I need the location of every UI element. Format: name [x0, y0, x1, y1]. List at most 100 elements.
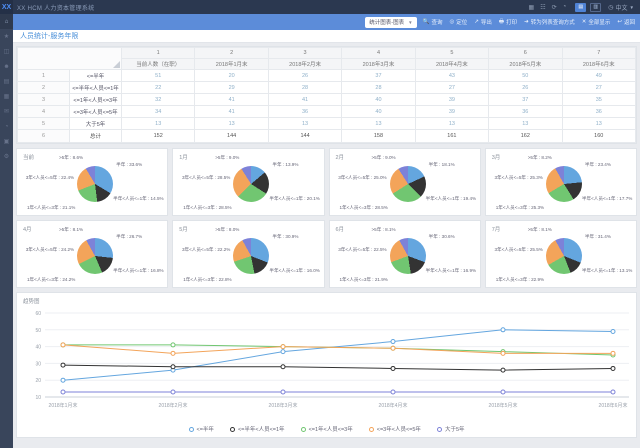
legend-item-half_year[interactable]: <=半年 — [189, 425, 214, 433]
language-switcher[interactable]: ◷ 中文 ▼ — [608, 3, 634, 12]
toolbar-search-button[interactable]: 🔍查询 — [423, 18, 443, 26]
view-mode-dropdown[interactable]: 统计图表-图表 ▼ — [365, 17, 416, 28]
pie-slice-label: 1年<人员<=3年 : 21.1% — [27, 205, 75, 211]
pie-slice-label: >5年 : 8.2% — [528, 155, 552, 161]
data-point — [171, 343, 175, 347]
corner-triangle-icon — [113, 61, 120, 68]
legend-item-gt_5[interactable]: 大于5年 — [437, 425, 465, 433]
data-point — [501, 351, 505, 355]
pie-slice-label: 1年<人员<=3年 : 25.3% — [496, 205, 544, 211]
pie-slice-label: 半年 : 26.7% — [116, 234, 142, 240]
legend-item-y1_to_3[interactable]: <=1年<人员<=3年 — [301, 425, 353, 433]
refresh-icon[interactable]: ⟳ — [552, 4, 557, 11]
col-header: 2018年2月末 — [268, 59, 341, 70]
sidebar-item-mail[interactable]: ✉ — [0, 104, 13, 119]
data-point — [391, 340, 395, 344]
favorites-icon: ★ — [4, 33, 9, 40]
y-tick-label: 20 — [35, 378, 41, 384]
view-mode-value: 统计图表-图表 — [369, 18, 404, 26]
data-point — [391, 390, 395, 394]
x-tick-label: 2018年4月末 — [379, 402, 408, 409]
org-view-button[interactable]: ▥ — [590, 3, 601, 12]
pie-slice-label: 3年<人员<=5年 : 22.4% — [26, 175, 74, 181]
data-point — [611, 329, 615, 333]
sidebar-item-chart[interactable]: ◔ — [0, 119, 13, 134]
cell-value: 39 — [415, 106, 488, 118]
cell-value: 13 — [342, 118, 415, 130]
employee-view-button[interactable]: ▤ — [575, 3, 586, 12]
pie-card-2月: 2月半年 : 18.1%半年<人员<=1年 : 19.4%1年<人员<=3年 :… — [329, 148, 481, 216]
trend-chart-card: 趋势图 1020304050602018年1月末2018年2月末2018年3月末… — [16, 292, 637, 438]
sidebar-item-home[interactable]: ⌂ — [0, 14, 13, 29]
toolbar-show-all-label: 全部显示 — [588, 18, 610, 26]
pie-slice-label: >5年 : 9.0% — [371, 155, 395, 161]
cell-value: 41 — [195, 106, 268, 118]
toolbar-back-button[interactable]: ↩返回 — [617, 18, 635, 26]
pie-card-6月: 6月半年 : 30.6%半年<人员<=1年 : 16.9%1年<人员<=3年 :… — [329, 220, 481, 288]
sidebar-item-favorites[interactable]: ★ — [0, 29, 13, 44]
pie-slice-label: 半年 : 13.9% — [272, 162, 298, 168]
pie-title: 2月 — [336, 153, 345, 161]
cell-value: 152 — [122, 130, 195, 143]
data-point — [171, 365, 175, 369]
cell-value: 26 — [268, 70, 341, 82]
sidebar-item-folder[interactable]: ▣ — [0, 134, 13, 149]
cell-value: 41 — [268, 94, 341, 106]
sidebar-item-report[interactable]: ▤ — [0, 74, 13, 89]
cell-value: 161 — [415, 130, 488, 143]
back-icon: ↩ — [617, 19, 622, 25]
sidebar-item-calendar[interactable]: ▦ — [0, 89, 13, 104]
pie-slice-label: >5年 : 8.1% — [59, 227, 83, 233]
toolbar-switch-list-mode-button[interactable]: ➜转为列表查询方式 — [524, 18, 575, 26]
col-header: 当前人数（在职） — [122, 59, 195, 70]
home-icon: ⌂ — [5, 19, 9, 25]
legend-item-half_to_1[interactable]: <=半年<人员<=1年 — [230, 425, 285, 433]
calendar-icon: ▦ — [4, 93, 10, 100]
row-label: <=1年<人员<=3年 — [70, 94, 122, 106]
pie-slice-label: 半年<人员<=1年 : 13.1% — [582, 268, 632, 274]
data-point — [611, 366, 615, 370]
table-row[interactable]: 4<=3年<人员<=5年34413640393636 — [18, 106, 636, 118]
data-point — [171, 351, 175, 355]
toolbar-export-button[interactable]: ↗导出 — [474, 18, 492, 26]
pie-graphic — [546, 166, 582, 202]
toolbar-locate-button[interactable]: ◎定位 — [449, 18, 467, 26]
sidebar-item-org[interactable]: ◫ — [0, 44, 13, 59]
row-number: 2 — [18, 82, 70, 94]
pie-card-4月: 4月半年 : 26.7%半年<人员<=1年 : 16.8%1年<人员<=3年 :… — [16, 220, 168, 288]
pie-card-5月: 5月半年 : 30.9%半年<人员<=1年 : 16.0%1年<人员<=3年 :… — [172, 220, 324, 288]
service-years-table: 1234567当前人数（在职）2018年1月末2018年2月末2018年3月末2… — [17, 47, 636, 143]
toolbar-print-button[interactable]: 🖶打印 — [499, 18, 517, 27]
data-point — [391, 346, 395, 350]
cell-value: 13 — [562, 118, 635, 130]
data-point — [611, 390, 615, 394]
pie-slice-label: 1年<人员<=3年 : 22.8% — [183, 277, 231, 283]
pie-slice-label: 1年<人员<=3年 : 24.2% — [27, 277, 75, 283]
pie-slice-label: 3年<人员<=5年 : 28.5% — [182, 175, 230, 181]
table-row[interactable]: 5大于5年13131313131313 — [18, 118, 636, 130]
app-root: { "app": { "logo_text": "XX", "title": "… — [0, 0, 640, 448]
y-tick-label: 10 — [35, 395, 41, 401]
help-icon[interactable]: ◔ — [563, 4, 567, 10]
toolbar-show-all-button[interactable]: ✕全部显示 — [582, 18, 611, 26]
pie-charts-section: 当前半年 : 33.6%半年<人员<=1年 : 14.5%1年<人员<=3年 :… — [16, 148, 637, 288]
table-row[interactable]: 6总计152144144158161162160 — [18, 130, 636, 143]
sidebar-item-person[interactable]: ☻ — [0, 59, 13, 74]
table-row[interactable]: 1<=半年51202637435049 — [18, 70, 636, 82]
data-point — [501, 368, 505, 372]
service-years-table-card: 1234567当前人数（在职）2018年1月末2018年2月末2018年3月末2… — [16, 46, 637, 144]
calendar-icon[interactable]: ▦ — [529, 4, 535, 11]
cell-value: 40 — [342, 94, 415, 106]
legend-item-y3_to_5[interactable]: <=3年<人员<=5年 — [369, 425, 421, 433]
table-row[interactable]: 2<=半年<人员<=1年22292828272627 — [18, 82, 636, 94]
legend-label: <=半年<人员<=1年 — [238, 425, 285, 433]
pie-title: 7月 — [492, 225, 501, 233]
apps-grid-icon[interactable]: ☷ — [540, 4, 545, 11]
table-row[interactable]: 3<=1年<人员<=3年32414140393735 — [18, 94, 636, 106]
cell-value: 34 — [122, 106, 195, 118]
cell-value: 39 — [415, 94, 488, 106]
sidebar-item-settings[interactable]: ⚙ — [0, 149, 13, 164]
trend-chart-title: 趋势图 — [23, 297, 40, 305]
pie-slice-label: >5年 : 8.1% — [371, 227, 395, 233]
y-tick-label: 50 — [35, 328, 41, 334]
